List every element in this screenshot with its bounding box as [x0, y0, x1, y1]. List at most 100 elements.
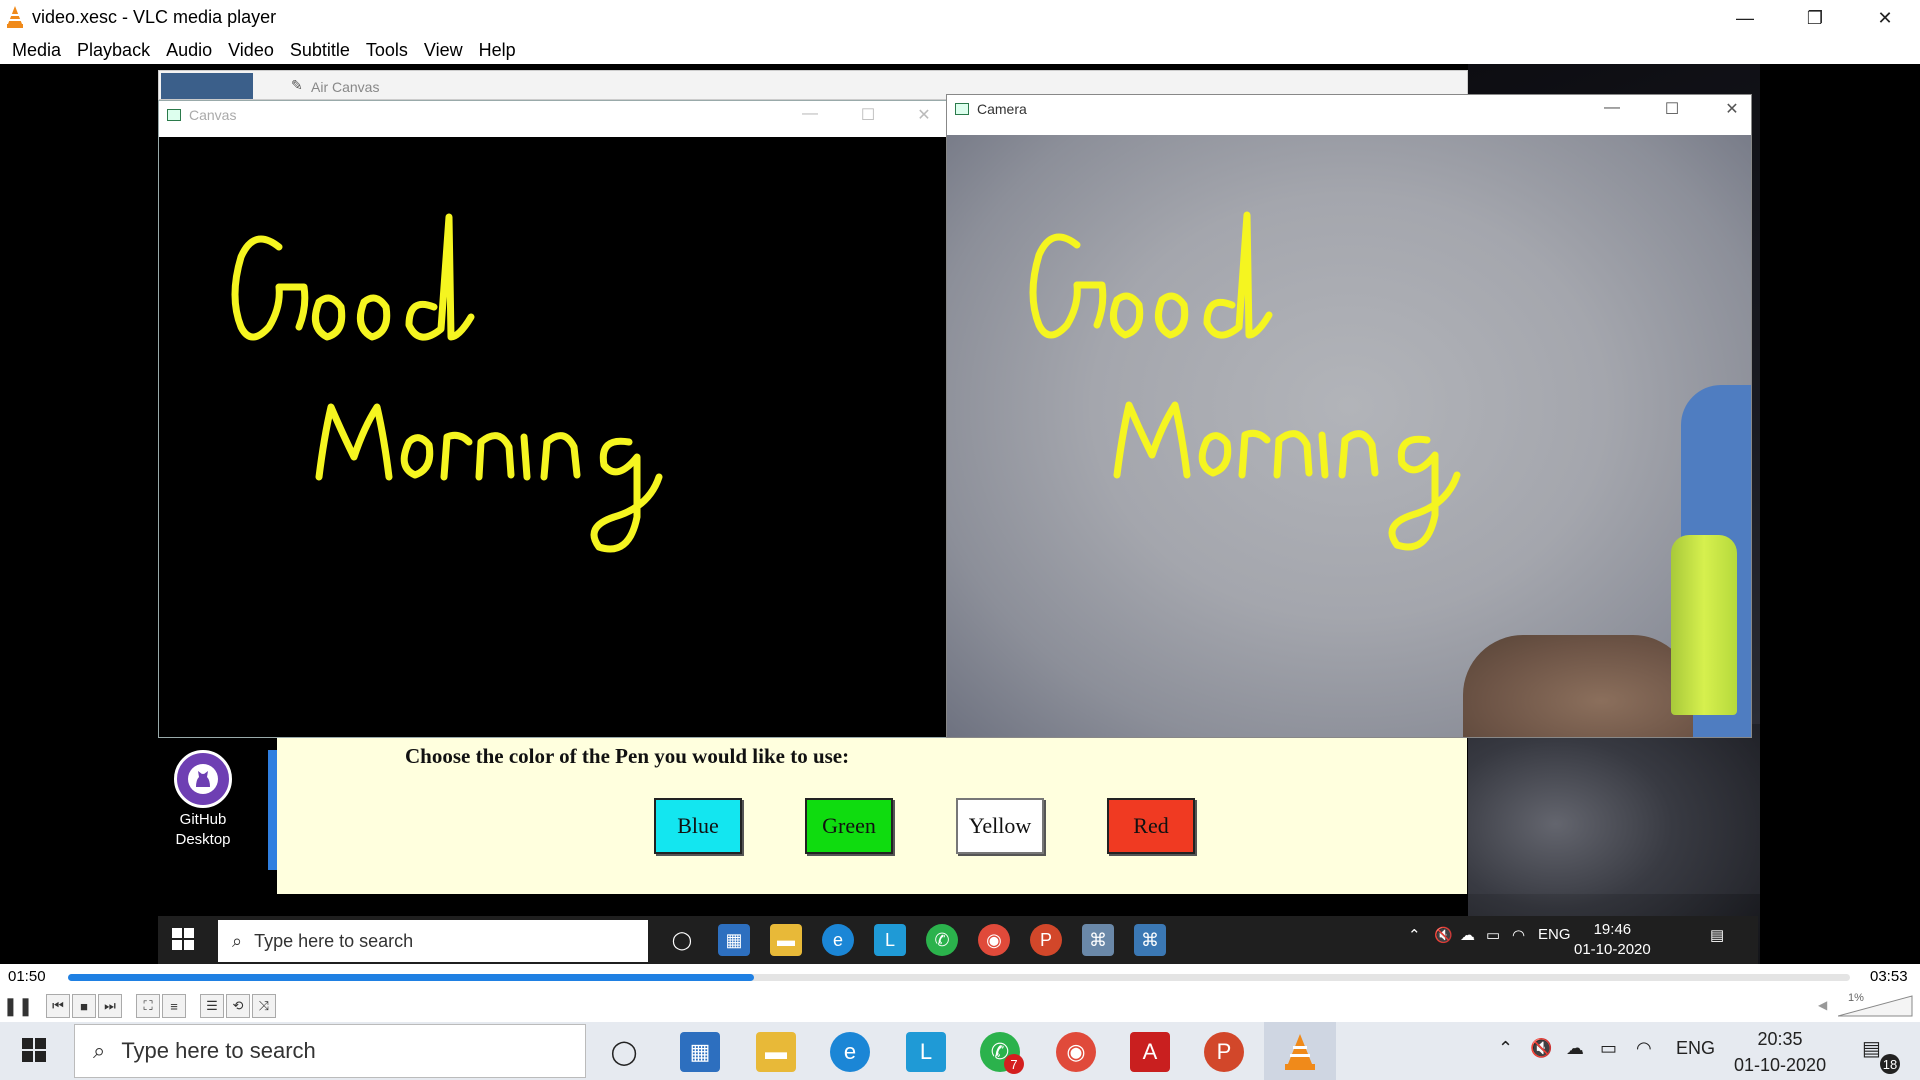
handwriting-morning-stroke — [1113, 401, 1191, 479]
canvas-handwriting — [231, 213, 663, 553]
recorded-clock: 19:46 01-10-2020 — [1574, 920, 1651, 960]
chrome-button[interactable]: ◉ — [1056, 1032, 1096, 1072]
menu-tools[interactable]: Tools — [358, 36, 416, 64]
wifi-icon[interactable]: ◠ — [1636, 1038, 1652, 1059]
chooser-heading: Choose the color of the Pen you would li… — [405, 744, 850, 768]
camera-minimize-icon: — — [1604, 99, 1620, 116]
close-button[interactable]: ✕ — [1850, 0, 1920, 36]
vlc-window: video.xesc - VLC media player — ❐ ✕ Medi… — [0, 0, 1920, 1080]
tray-chevron-icon[interactable]: ⌃ — [1498, 1038, 1513, 1059]
l-app-button[interactable]: L — [906, 1032, 946, 1072]
canvas-window: Canvas — ☐ ✕ — [158, 100, 948, 738]
window-icon — [167, 109, 181, 121]
blue-button[interactable]: Blue — [654, 798, 742, 854]
previous-button[interactable]: ⏮ — [46, 994, 70, 1018]
loop-button[interactable]: ⟲ — [226, 994, 250, 1018]
menu-media[interactable]: Media — [4, 36, 69, 64]
mute-icon[interactable]: 🔇 — [1530, 1038, 1552, 1059]
store-button[interactable]: ▦ — [680, 1032, 720, 1072]
whatsapp-icon: ✆ — [926, 924, 958, 956]
powerpoint-icon: P — [1030, 924, 1062, 956]
playback-controls: ❚❚ ⏮ ■ ⏭ ⛶ ≡ ☰ ⟲ ⤨ ◀ 1% — [0, 990, 1920, 1022]
action-center-button[interactable]: ▤ 18 — [1862, 1036, 1900, 1074]
edge-button[interactable]: e — [830, 1032, 870, 1072]
menu-subtitle[interactable]: Subtitle — [282, 36, 358, 64]
clock-time: 20:35 — [1757, 1029, 1803, 1049]
cortana-icon: ◯ — [671, 929, 693, 950]
seek-progress — [68, 974, 755, 981]
language-indicator[interactable]: ENG — [1676, 1038, 1715, 1059]
acrobat-button[interactable]: A — [1130, 1032, 1170, 1072]
vlc-taskbar-button[interactable] — [1282, 1032, 1318, 1072]
handwriting-morning-stroke — [1338, 430, 1379, 479]
whatsapp-badge: 7 — [1004, 1054, 1024, 1074]
wifi-icon: ◠ — [1512, 927, 1526, 944]
pause-button[interactable]: ❚❚ — [3, 994, 33, 1018]
search-icon: ⌕ — [232, 930, 243, 951]
canvas-close-icon: ✕ — [917, 107, 931, 124]
recorded-search-placeholder: Type here to search — [254, 930, 414, 951]
notification-icon: ▤ — [1710, 927, 1725, 944]
minimize-button[interactable]: — — [1710, 0, 1780, 36]
menu-audio[interactable]: Audio — [158, 36, 220, 64]
elapsed-time: 01:50 — [8, 968, 46, 985]
recorded-search-box: ⌕ Type here to search — [218, 920, 648, 962]
github-icon — [174, 750, 232, 808]
air-canvas-title: Air Canvas — [311, 79, 380, 95]
l-app-icon: L — [874, 924, 906, 956]
handwriting-morning-stroke — [1388, 435, 1461, 551]
handwriting-morning-stroke — [475, 432, 515, 481]
desktop-icon-edge — [268, 750, 277, 870]
shuffle-button[interactable]: ⤨ — [252, 994, 276, 1018]
handwriting-morning-stroke — [590, 437, 663, 553]
stop-button[interactable]: ■ — [72, 994, 96, 1018]
powerpoint-button[interactable]: P — [1204, 1032, 1244, 1072]
onedrive-icon[interactable]: ☁ — [1566, 1038, 1584, 1059]
camera-window: Camera — ☐ ✕ — [946, 94, 1752, 738]
whatsapp-button[interactable]: ✆ 7 — [980, 1032, 1024, 1074]
handwriting-morning-stroke — [540, 432, 581, 481]
battery-icon: ▭ — [1486, 927, 1501, 944]
menu-help[interactable]: Help — [471, 36, 524, 64]
handwriting-morning-stroke — [1318, 431, 1329, 479]
volume-level: 1% — [1848, 992, 1864, 1004]
handwriting-morning-stroke — [1273, 430, 1313, 479]
yellow-button[interactable]: Yellow — [956, 798, 1044, 854]
video-display[interactable]: ✎ Air Canvas Canvas — ☐ ✕ Camera — ☐ ✕ G… — [0, 64, 1920, 964]
recorded-language: ENG — [1538, 926, 1571, 943]
file-explorer-button[interactable]: ▬ — [756, 1032, 796, 1072]
restore-button[interactable]: ❐ — [1780, 0, 1850, 36]
red-button[interactable]: Red — [1107, 798, 1195, 854]
seek-slider[interactable] — [68, 974, 1850, 981]
green-button[interactable]: Green — [805, 798, 893, 854]
menu-playback[interactable]: Playback — [69, 36, 158, 64]
vlc-cone-icon — [7, 6, 23, 28]
system-clock[interactable]: 20:35 01-10-2020 — [1734, 1026, 1826, 1078]
pen-color-chooser: Choose the color of the Pen you would li… — [277, 738, 1467, 894]
github-desktop-shortcut[interactable]: GitHub Desktop — [166, 750, 240, 850]
tray-chevron-icon: ⌃ — [1408, 927, 1421, 944]
battery-icon[interactable]: ▭ — [1600, 1038, 1617, 1059]
windows-taskbar: ⌕ Type here to search ◯ ▦ ▬ e L ✆ 7 ◉ A … — [0, 1022, 1920, 1080]
next-button[interactable]: ⏭ — [98, 994, 122, 1018]
menu-video[interactable]: Video — [220, 36, 282, 64]
handwriting-morning-stroke — [1238, 429, 1271, 479]
handwriting-good-stroke — [1203, 211, 1273, 339]
camera-close-icon: ✕ — [1725, 101, 1739, 118]
handwriting-morning-stroke — [400, 434, 434, 479]
taskbar-search-box[interactable]: ⌕ Type here to search — [74, 1024, 586, 1078]
fullscreen-button[interactable]: ⛶ — [136, 994, 160, 1018]
seek-area: 01:50 03:53 — [0, 964, 1920, 990]
volume-icon[interactable]: ◀ — [1818, 998, 1827, 1012]
cortana-button[interactable]: ◯ — [604, 1032, 644, 1072]
file-explorer-icon: ▬ — [770, 924, 802, 956]
recorded-date: 01-10-2020 — [1574, 941, 1651, 958]
playlist-button[interactable]: ☰ — [200, 994, 224, 1018]
extended-settings-button[interactable]: ≡ — [162, 994, 186, 1018]
windows-start-button[interactable] — [22, 1038, 46, 1062]
canvas-drawing-area — [159, 137, 947, 737]
github-label-line1: GitHub — [179, 811, 227, 828]
total-time: 03:53 — [1870, 968, 1908, 985]
menu-view[interactable]: View — [416, 36, 471, 64]
recorded-time: 19:46 — [1593, 921, 1632, 938]
